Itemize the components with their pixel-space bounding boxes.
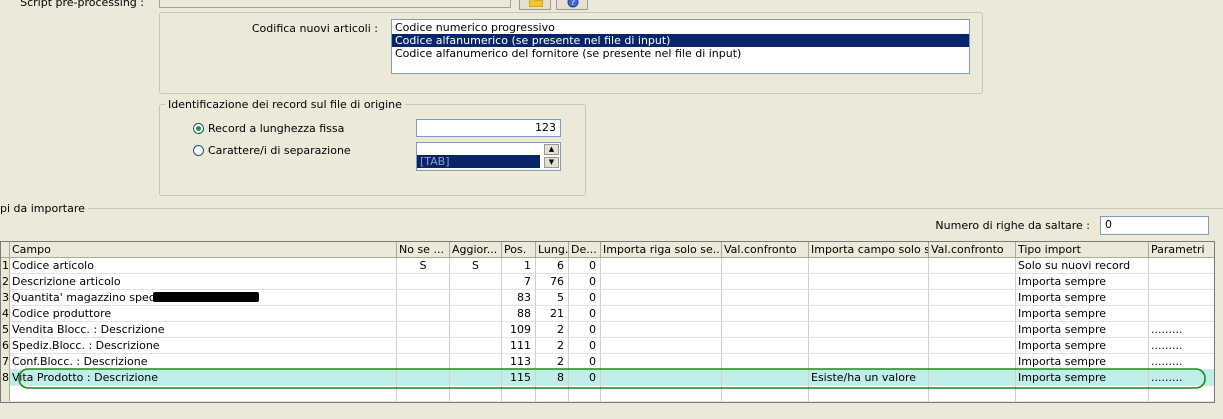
separator-label: Carattere/i di separazione [208,144,351,157]
skip-rows-input[interactable]: 0 [1100,216,1209,235]
codifica-listbox[interactable]: Codice numerico progressivo Codice alfan… [391,19,970,74]
redacted-block [153,292,259,302]
scroll-down-button[interactable]: ▼ [544,157,559,168]
fixed-length-radio[interactable] [193,123,204,134]
separator-option-tab[interactable]: [TAB] [417,155,540,168]
fields-grid[interactable]: Campo No se ... Aggior... Pos. Lung. De.… [0,241,1215,403]
codifica-option-1[interactable]: Codice alfanumerico (se presente nel fil… [392,34,969,47]
highlight-circle [18,368,1206,389]
browse-folder-button[interactable] [519,0,551,10]
help-button[interactable]: ? [556,0,588,10]
separator-listbox[interactable]: [TAB] ▲ ▼ [416,142,561,171]
campi-separator [0,208,1223,209]
identificazione-legend: Identificazione dei record sul file di o… [165,98,405,111]
folder-icon [529,0,543,7]
script-preprocessing-field[interactable] [159,0,511,8]
svg-text:?: ? [571,0,575,7]
help-icon: ? [567,0,579,8]
script-preprocessing-label: Script pre-processing : [20,0,144,9]
codifica-label: Codifica nuovi articoli : [251,22,378,35]
codifica-option-0[interactable]: Codice numerico progressivo [392,21,969,34]
skip-rows-label: Numero di righe da saltare : [935,219,1090,232]
campi-legend: pi da importare [0,202,88,215]
scroll-up-button[interactable]: ▲ [544,144,559,155]
fixed-length-input[interactable]: 123 [416,119,561,137]
separator-radio[interactable] [193,145,204,156]
separator-option-0[interactable] [417,143,544,155]
codifica-option-2[interactable]: Codice alfanumerico del fornitore (se pr… [392,47,969,60]
fixed-length-label: Record a lunghezza fissa [208,122,345,135]
